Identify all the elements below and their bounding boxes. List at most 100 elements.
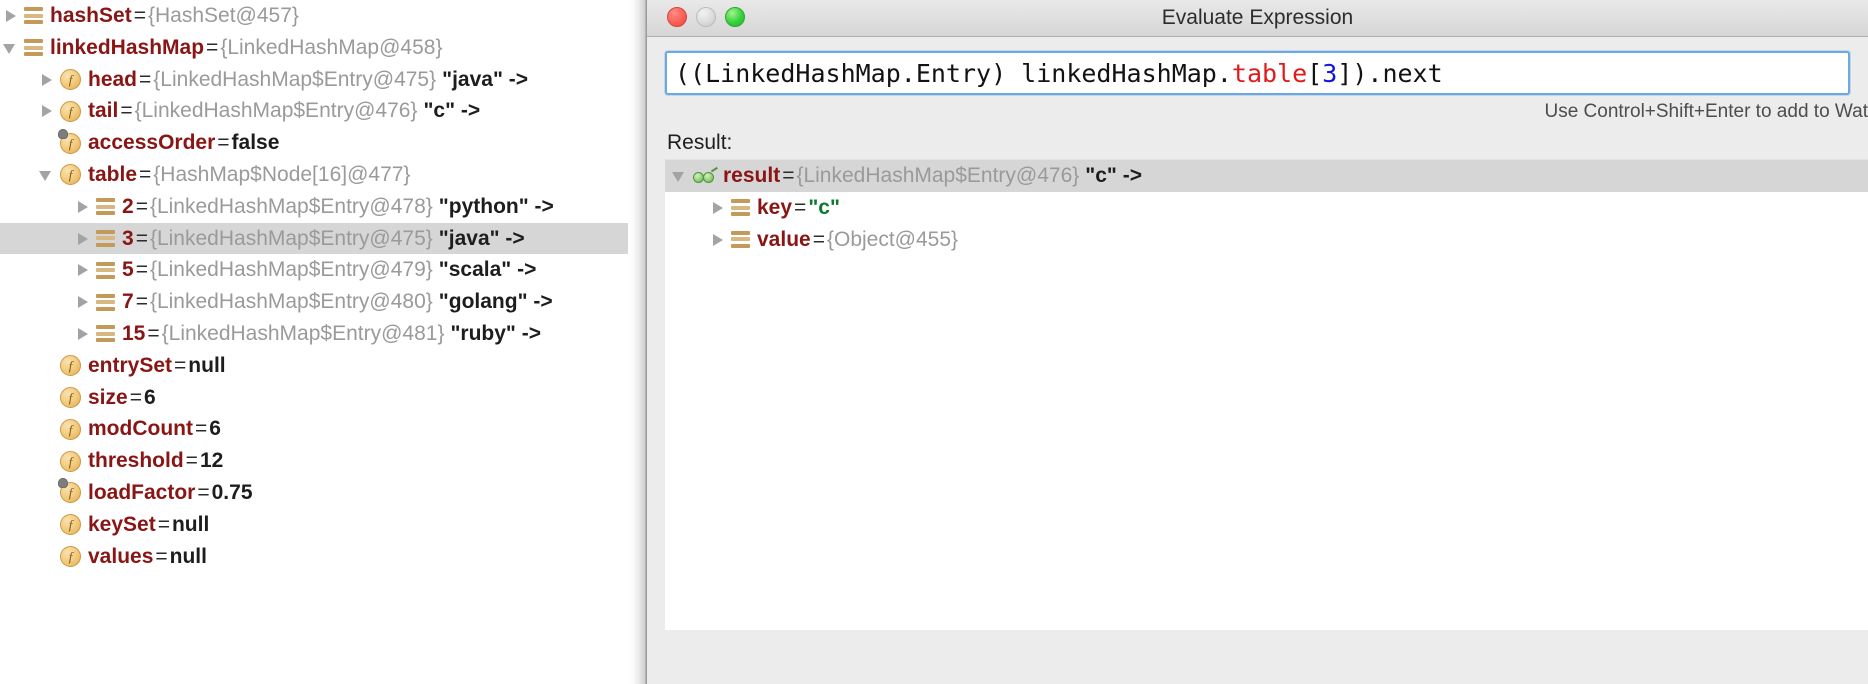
tree-row[interactable]: values = null: [0, 541, 637, 573]
tree-toggle-placeholder: [38, 477, 60, 509]
tree-row[interactable]: result = {LinkedHashMap$Entry@476} "c" ->: [665, 160, 1868, 192]
variable-reference: {LinkedHashMap$Entry@479}: [149, 258, 433, 282]
variable-reference: {Object@455}: [826, 227, 959, 251]
result-tree-panel[interactable]: result = {LinkedHashMap$Entry@476} "c" ->…: [665, 159, 1868, 630]
final-field-icon: [58, 478, 81, 504]
variable-name: size: [88, 385, 128, 409]
chevron-right-icon[interactable]: [38, 64, 60, 96]
variable-value: false: [231, 131, 280, 155]
equals-sign: =: [120, 99, 133, 123]
variable-name: keySet: [88, 512, 156, 536]
field-icon: [60, 355, 81, 377]
variable-reference: {LinkedHashMap@458}: [220, 35, 443, 59]
variable-value: "python" ->: [438, 194, 554, 218]
expression-token: [: [1307, 58, 1323, 88]
variable-reference: {LinkedHashMap$Entry@475}: [153, 67, 437, 91]
chevron-right-icon[interactable]: [38, 95, 60, 127]
tree-row[interactable]: tail = {LinkedHashMap$Entry@476}"c" ->: [0, 95, 637, 127]
field-icon: [60, 164, 81, 186]
tree-row[interactable]: modCount = 6: [0, 413, 637, 445]
chevron-right-icon[interactable]: [709, 224, 731, 256]
object-list-icon: [96, 229, 115, 248]
variable-value: null: [188, 353, 226, 377]
dialog-titlebar[interactable]: Evaluate Expression: [647, 0, 1868, 37]
variable-name: entrySet: [88, 353, 173, 377]
equals-sign: =: [782, 164, 795, 187]
equals-sign: =: [135, 226, 148, 250]
tree-row[interactable]: key = "c": [665, 192, 1868, 224]
variable-reference: {LinkedHashMap$Entry@480}: [149, 290, 433, 314]
tree-row[interactable]: accessOrder = false: [0, 127, 637, 159]
variables-tree-panel[interactable]: hashSet = {HashSet@457} linkedHashMap = {…: [0, 0, 637, 684]
tree-row[interactable]: value = {Object@455}: [665, 224, 1868, 256]
variable-reference: {LinkedHashMap$Entry@481}: [161, 321, 445, 345]
tree-row[interactable]: threshold = 12: [0, 445, 637, 477]
object-list-icon: [24, 6, 43, 25]
variable-name: result: [723, 164, 781, 187]
equals-sign: =: [147, 321, 160, 345]
field-icon: [60, 418, 81, 440]
field-icon: [60, 100, 81, 122]
tree-row[interactable]: keySet = null: [0, 509, 637, 541]
equals-sign: =: [174, 353, 187, 377]
tree-toggle-placeholder: [38, 382, 60, 414]
expression-input-wrapper[interactable]: ((LinkedHashMap.Entry) linkedHashMap. tab…: [665, 51, 1850, 95]
dialog-title: Evaluate Expression: [1161, 6, 1354, 29]
variable-name: head: [88, 67, 138, 91]
evaluate-expression-dialog: Evaluate Expression ((LinkedHashMap.Entr…: [646, 0, 1868, 684]
chevron-down-icon[interactable]: [2, 32, 24, 64]
tree-row[interactable]: linkedHashMap = {LinkedHashMap@458}: [0, 32, 637, 64]
tree-row[interactable]: 15 = {LinkedHashMap$Entry@481} "ruby" ->: [0, 318, 637, 350]
chevron-right-icon[interactable]: [74, 286, 96, 318]
tree-toggle-placeholder: [38, 509, 60, 541]
chevron-down-icon[interactable]: [671, 160, 693, 192]
field-icon: [60, 450, 81, 472]
expression-token: 3: [1322, 58, 1338, 88]
equals-sign: =: [139, 162, 152, 186]
variable-name: 5: [122, 258, 134, 282]
pane-divider[interactable]: [637, 0, 646, 684]
tree-toggle-placeholder: [38, 350, 60, 382]
variable-value: null: [171, 512, 210, 536]
equals-sign: =: [133, 4, 146, 27]
equals-sign: =: [129, 385, 142, 409]
chevron-right-icon[interactable]: [2, 0, 24, 32]
tree-toggle-placeholder: [38, 541, 60, 573]
variable-value: "c": [808, 195, 840, 219]
tree-row[interactable]: head = {LinkedHashMap$Entry@475}"java" -…: [0, 64, 637, 96]
variable-name: accessOrder: [88, 131, 216, 155]
tree-row[interactable]: table = {HashMap$Node[16]@477}: [0, 159, 637, 191]
variable-value: 0.75: [211, 480, 253, 504]
field-icon: [60, 514, 81, 536]
variable-reference: {HashMap$Node[16]@477}: [153, 162, 411, 186]
chevron-down-icon[interactable]: [38, 159, 60, 191]
variables-vertical-scrollbar[interactable]: [628, 0, 637, 684]
chevron-right-icon[interactable]: [74, 191, 96, 223]
chevron-right-icon[interactable]: [74, 223, 96, 255]
tree-row[interactable]: 3 = {LinkedHashMap$Entry@475} "java" ->: [0, 222, 637, 255]
variable-reference: {LinkedHashMap$Entry@478}: [149, 194, 433, 218]
variable-name: 7: [122, 290, 134, 314]
tree-row[interactable]: loadFactor = 0.75: [0, 477, 637, 509]
variable-name: table: [88, 162, 138, 186]
tree-row[interactable]: entrySet = null: [0, 350, 637, 382]
chevron-right-icon[interactable]: [709, 192, 731, 224]
tree-row[interactable]: 7 = {LinkedHashMap$Entry@480} "golang" ->: [0, 286, 637, 318]
variable-value: "ruby" ->: [450, 321, 541, 345]
equals-sign: =: [135, 258, 148, 282]
equals-sign: =: [155, 544, 168, 568]
result-tree[interactable]: result = {LinkedHashMap$Entry@476} "c" ->…: [665, 160, 1868, 255]
equals-sign: =: [185, 449, 198, 473]
variables-tree[interactable]: hashSet = {HashSet@457} linkedHashMap = {…: [0, 0, 637, 572]
watch-glasses-icon: [693, 166, 723, 185]
expression-input[interactable]: ((LinkedHashMap.Entry) linkedHashMap. tab…: [665, 51, 1850, 95]
expression-token: table: [1231, 58, 1308, 88]
object-list-icon: [96, 324, 115, 343]
chevron-right-icon[interactable]: [74, 318, 96, 350]
chevron-right-icon[interactable]: [74, 254, 96, 286]
tree-row[interactable]: hashSet = {HashSet@457}: [0, 0, 637, 32]
tree-row[interactable]: size = 6: [0, 382, 637, 414]
tree-row[interactable]: 2 = {LinkedHashMap$Entry@478} "python" ->: [0, 191, 637, 223]
tree-row[interactable]: 5 = {LinkedHashMap$Entry@479} "scala" ->: [0, 254, 637, 286]
variable-reference: {LinkedHashMap$Entry@476}: [134, 99, 418, 123]
